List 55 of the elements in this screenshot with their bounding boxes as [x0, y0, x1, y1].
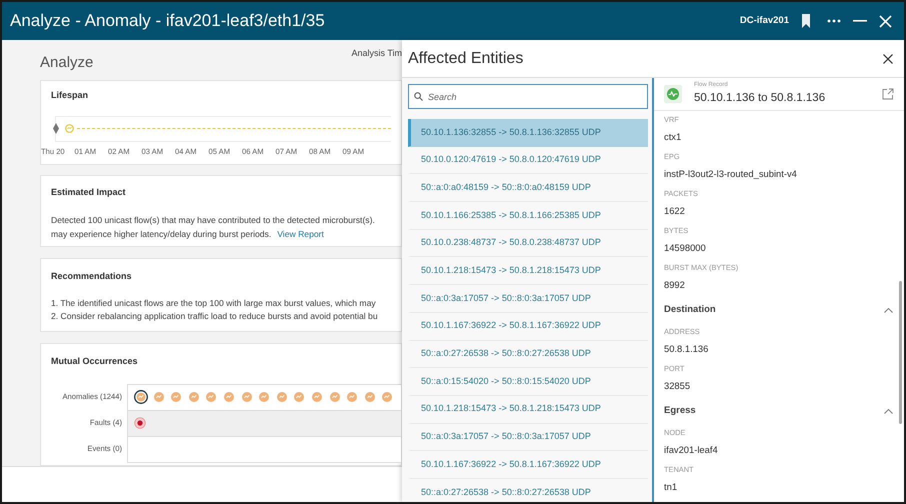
- flow-list-item[interactable]: 50::a:0:27:26538 -> 50::8:0:27:26538 UDP: [408, 478, 648, 502]
- flow-list-item[interactable]: 50.10.1.218:15473 -> 50.8.1.218:15473 UDP: [408, 257, 648, 286]
- flow-list-item[interactable]: 50.10.1.218:15473 -> 50.8.1.218:15473 UDP: [408, 396, 648, 424]
- search-field[interactable]: Search: [408, 84, 648, 109]
- external-link-icon[interactable]: [882, 88, 894, 100]
- drawer-title: Affected Entities: [408, 48, 524, 68]
- card-title: Mutual Occurrences: [50, 355, 139, 368]
- bookmark-icon[interactable]: [801, 14, 811, 28]
- flow-list-item[interactable]: 50::a:0:3a:17057 -> 50::8:0:3a:17057 UDP: [408, 285, 648, 313]
- flow-list-item[interactable]: 50.10.1.167:36922 -> 50.8.1.167:36922 UDP: [408, 451, 648, 479]
- window-title: Analyze - Anomaly - ifav201-leaf3/eth1/35: [10, 10, 326, 32]
- scrollbar[interactable]: [899, 281, 902, 424]
- more-icon[interactable]: [827, 19, 841, 23]
- flow-list-item[interactable]: 50::a:0:15:54020 -> 50::8:0:15:54020 UDP: [408, 368, 648, 396]
- field-value: 32855: [664, 379, 690, 394]
- field-value: instP-l3out2-l3-routed_subint-v4: [664, 167, 797, 182]
- field-value: 50.8.1.136: [664, 342, 708, 356]
- minimize-icon[interactable]: [853, 20, 867, 22]
- card-title: Recommendations: [51, 270, 133, 283]
- card-title: Estimated Impact: [51, 186, 127, 199]
- field-value: 1622: [664, 204, 685, 218]
- flow-list-item[interactable]: 50.10.1.167:36922 -> 50.8.1.167:36922 UDP: [408, 312, 648, 340]
- record-title: 50.10.1.136 to 50.8.1.136: [694, 90, 826, 106]
- flow-record-icon: [664, 85, 682, 103]
- recommendation-text: 2. Consider rebalancing application traffic load to reduce bursts and avoid potential bu: [51, 310, 379, 322]
- view-report-link[interactable]: View Report: [277, 226, 324, 240]
- anomaly-marker-icon: [65, 124, 74, 133]
- flow-list-item[interactable]: 50.10.1.166:25385 -> 50.8.1.166:25385 UDP: [408, 202, 648, 230]
- card-title: Lifespan: [51, 89, 90, 102]
- start-marker-icon: [53, 123, 59, 134]
- analysis-time-label: Analysis Tim: [351, 46, 402, 60]
- section-title: Destination: [664, 302, 717, 317]
- recommendation-text: 1. The identified unicast flows are the top 100 with large max burst values, which may: [51, 296, 377, 310]
- context-label: DC-ifav201: [740, 14, 789, 28]
- field-value: ctx1: [664, 130, 682, 144]
- close-icon[interactable]: [883, 54, 893, 64]
- field-value: 14598000: [664, 241, 706, 256]
- fault-icon[interactable]: [134, 417, 146, 429]
- flow-list-item[interactable]: 50::a:0:27:26538 -> 50::8:0:27:26538 UDP: [408, 340, 648, 368]
- search-icon: [414, 92, 423, 101]
- page-heading: Analyze: [40, 52, 94, 72]
- chevron-up-icon[interactable]: [884, 308, 893, 312]
- flow-list-item[interactable]: 50::a:0:3a:17057 -> 50::8:0:3a:17057 UDP: [408, 424, 648, 452]
- impact-text: Detected 100 unicast flow(s) that may have contributed to the detected microburst(s).: [51, 214, 375, 226]
- impact-text: may experience higher latency/delay during burst periods.: [51, 228, 272, 240]
- section-title: Egress: [664, 404, 697, 418]
- flow-list-item[interactable]: 50.10.0.238:48737 -> 50.8.0.238:48737 UDP: [408, 230, 648, 258]
- anomaly-icon[interactable]: [134, 390, 148, 404]
- flow-list-item[interactable]: 50.10.0.120:47619 -> 50.8.0.120:47619 UDP: [408, 146, 648, 174]
- field-value: 8992: [664, 278, 685, 292]
- field-value: ifav201-leaf4: [664, 443, 718, 458]
- flow-list-item[interactable]: 50::a:0:a0:48159 -> 50::8:0:a0:48159 UDP: [408, 174, 648, 202]
- chevron-up-icon[interactable]: [884, 408, 893, 414]
- field-value: tn1: [664, 480, 678, 494]
- flow-list-item[interactable]: 50.10.1.136:32855 -> 50.8.1.136:32855 UDP: [408, 119, 648, 147]
